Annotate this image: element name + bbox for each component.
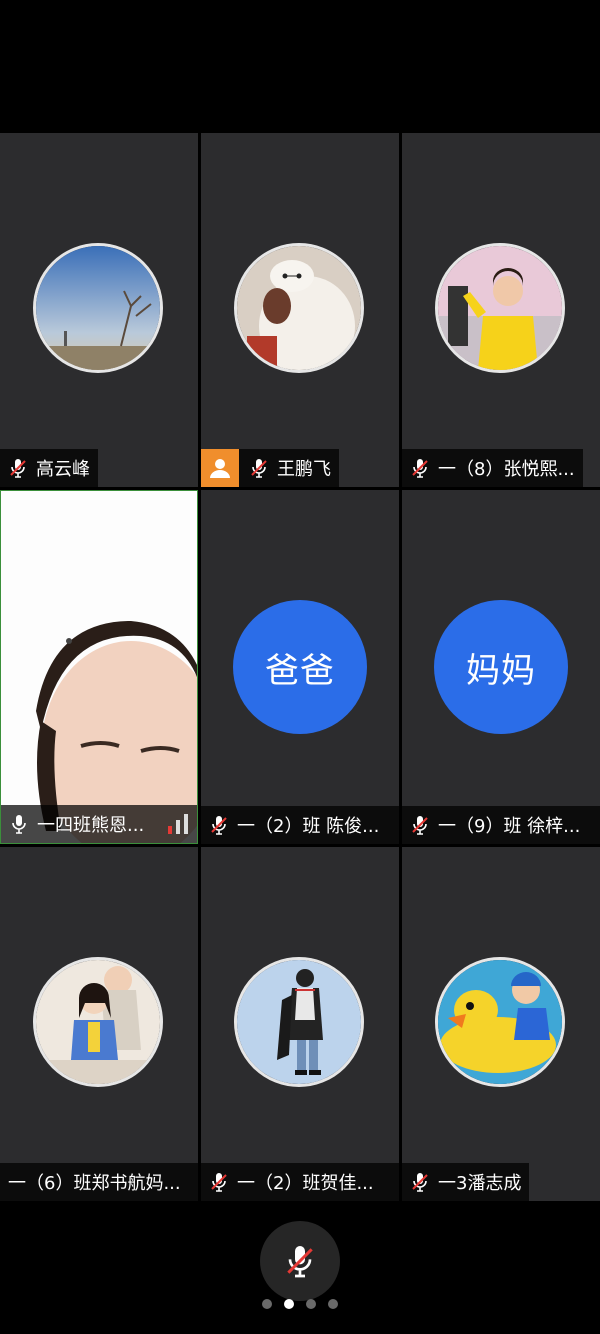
participant-tile[interactable]: 一（6）班郑书航妈...: [0, 847, 198, 1201]
page-dot[interactable]: [328, 1299, 338, 1309]
participant-name-bar: 王鹏飞: [201, 449, 339, 487]
bottom-toolbar: [0, 1201, 600, 1334]
participant-name-bar: 高云峰: [0, 449, 98, 487]
participant-name: 一3潘志成: [438, 1173, 522, 1194]
video-feed: [1, 491, 197, 843]
participant-name: 高云峰: [36, 459, 90, 480]
page-dot-active[interactable]: [284, 1299, 294, 1309]
participant-tile[interactable]: 一（8）张悦熙...: [402, 133, 600, 487]
initials-avatar: 爸爸: [233, 600, 367, 734]
participant-name: 一（2）班贺佳...: [237, 1173, 374, 1194]
mic-muted-icon: [287, 1246, 313, 1278]
participant-avatar: [33, 243, 163, 373]
mic-muted-icon: [412, 816, 428, 835]
page-indicator[interactable]: [0, 1299, 600, 1309]
participant-name: 一（9）班 徐梓...: [438, 816, 581, 837]
mic-muted-icon: [412, 459, 428, 478]
video-grid: 高云峰 王鹏飞 一（8）张悦熙... 一四班熊恩... 爸爸 一（2）班 陈俊.…: [0, 133, 600, 1201]
participant-tile[interactable]: 一3潘志成: [402, 847, 600, 1201]
participant-name: 王鹏飞: [277, 459, 331, 480]
participant-tile[interactable]: 爸爸 一（2）班 陈俊...: [201, 490, 399, 844]
participant-name: 一（8）张悦熙...: [438, 459, 575, 480]
mute-toggle-button[interactable]: [260, 1221, 340, 1301]
participant-name-bar: 一（2）班 陈俊...: [201, 806, 399, 844]
mic-muted-icon: [211, 1173, 227, 1192]
participant-name: 一四班熊恩...: [37, 815, 145, 836]
participant-tile[interactable]: 妈妈 一（9）班 徐梓...: [402, 490, 600, 844]
participant-name: 一（2）班 陈俊...: [237, 816, 380, 837]
mic-icon: [12, 815, 26, 834]
initials-avatar: 妈妈: [434, 600, 568, 734]
participant-tile[interactable]: 王鹏飞: [201, 133, 399, 487]
participant-avatar: [234, 957, 364, 1087]
participant-tile-video[interactable]: 一四班熊恩...: [0, 490, 198, 844]
mic-muted-icon: [10, 459, 26, 478]
participant-name-bar: 一（2）班贺佳...: [201, 1163, 399, 1201]
mic-muted-icon: [251, 459, 267, 478]
signal-strength-icon: [168, 814, 188, 834]
participant-avatar: [435, 243, 565, 373]
participant-name-bar: 一（8）张悦熙...: [402, 449, 583, 487]
participant-avatar: [435, 957, 565, 1087]
participant-name-bar: 一（9）班 徐梓...: [402, 806, 600, 844]
participant-name-bar: 一四班熊恩...: [1, 805, 197, 843]
participant-name-bar: 一3潘志成: [402, 1163, 530, 1201]
participant-tile[interactable]: 一（2）班贺佳...: [201, 847, 399, 1201]
participant-name: 一（6）班郑书航妈...: [8, 1173, 181, 1194]
participant-avatar: [33, 957, 163, 1087]
mic-muted-icon: [412, 1173, 428, 1192]
participant-avatar: [234, 243, 364, 373]
mic-muted-icon: [211, 816, 227, 835]
person-icon: [210, 459, 230, 478]
page-dot[interactable]: [306, 1299, 316, 1309]
host-badge: [201, 449, 239, 487]
participant-tile[interactable]: 高云峰: [0, 133, 198, 487]
page-dot[interactable]: [262, 1299, 272, 1309]
participant-name-bar: 一（6）班郑书航妈...: [0, 1163, 198, 1201]
